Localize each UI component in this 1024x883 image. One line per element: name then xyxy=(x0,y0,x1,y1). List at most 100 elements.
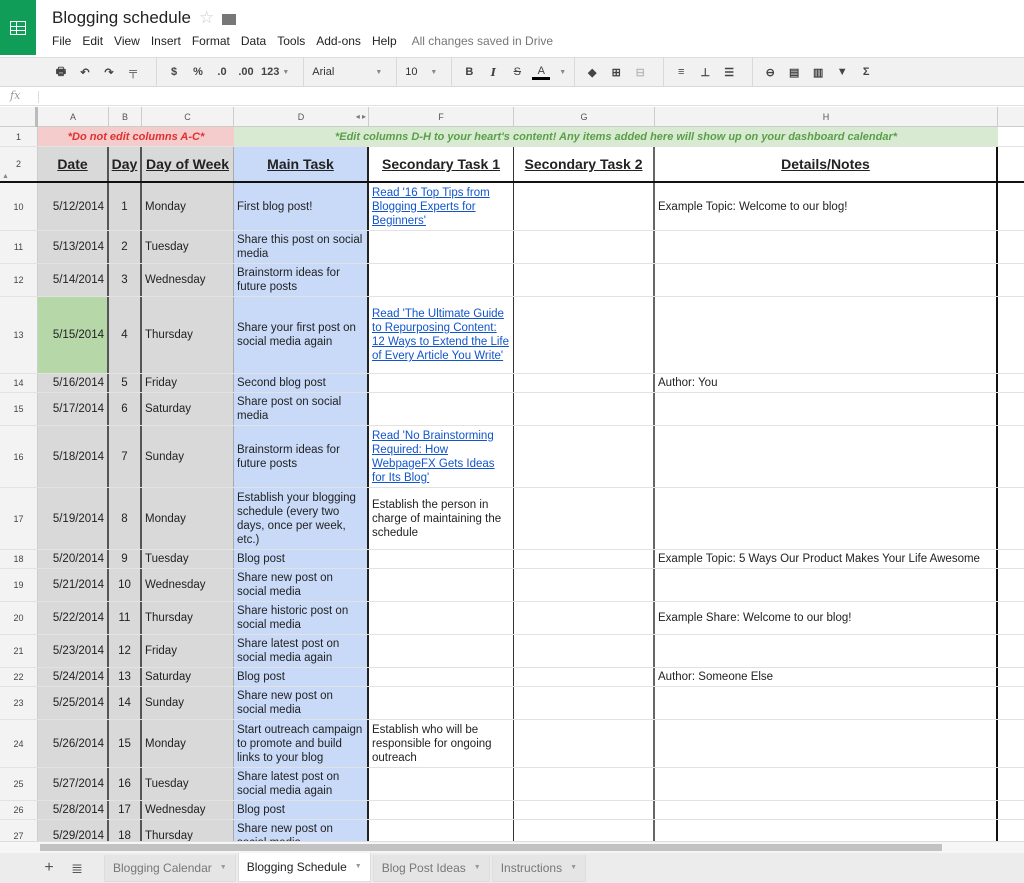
secondary-task-2-cell[interactable] xyxy=(514,569,655,601)
column-header-f[interactable]: F xyxy=(369,107,514,127)
insert-chart-icon[interactable]: ▥ xyxy=(809,61,827,83)
secondary-task-2-cell[interactable] xyxy=(514,602,655,634)
row-number[interactable]: 10 xyxy=(0,183,38,230)
empty-cell[interactable] xyxy=(998,297,1024,373)
increase-decimal-button[interactable]: .00 xyxy=(237,61,255,83)
vertical-align-icon[interactable]: ⊥ xyxy=(696,61,714,83)
main-task-cell[interactable]: First blog post! xyxy=(234,183,369,230)
chevron-down-icon[interactable]: ▼ xyxy=(474,864,481,871)
secondary-task-2-cell[interactable] xyxy=(514,426,655,487)
empty-cell[interactable] xyxy=(998,801,1024,819)
secondary-task-1-cell[interactable] xyxy=(369,602,514,634)
day-cell[interactable]: 7 xyxy=(109,426,142,487)
column-header-d[interactable]: D ◂ ▸ xyxy=(234,107,369,127)
scrollbar-thumb[interactable] xyxy=(40,844,942,851)
empty-cell[interactable] xyxy=(998,488,1024,549)
main-task-cell[interactable]: Brainstorm ideas for future posts xyxy=(234,426,369,487)
horizontal-align-icon[interactable]: ≡ xyxy=(672,61,690,83)
day-of-week-cell[interactable]: Saturday xyxy=(142,668,234,686)
functions-button[interactable]: Σ xyxy=(857,61,875,83)
save-status[interactable]: All changes saved in Drive xyxy=(412,34,553,48)
editable-columns-note[interactable]: *Edit columns D-H to your heart's conten… xyxy=(234,127,998,146)
main-task-cell[interactable]: Share latest post on social media again xyxy=(234,768,369,800)
day-cell[interactable]: 17 xyxy=(109,801,142,819)
row-number[interactable]: 27 xyxy=(0,820,38,841)
empty-cell[interactable] xyxy=(998,569,1024,601)
chevron-down-icon[interactable]: ▼ xyxy=(355,863,362,870)
empty-cell[interactable] xyxy=(998,183,1024,230)
header-day[interactable]: Day xyxy=(109,147,142,181)
empty-cell[interactable] xyxy=(998,231,1024,263)
chevron-down-icon[interactable]: ▼ xyxy=(559,69,566,76)
column-header-h[interactable]: H xyxy=(655,107,998,127)
secondary-task-2-cell[interactable] xyxy=(514,668,655,686)
date-cell[interactable]: 5/23/2014 xyxy=(38,635,109,667)
date-cell[interactable]: 5/16/2014 xyxy=(38,374,109,392)
secondary-task-1-cell[interactable]: Read '16 Top Tips from Blogging Experts … xyxy=(369,183,514,230)
locked-columns-warning[interactable]: *Do not edit columns A-C* xyxy=(38,127,234,146)
main-task-cell[interactable]: Share latest post on social media again xyxy=(234,635,369,667)
empty-cell[interactable] xyxy=(998,768,1024,800)
secondary-task-1-cell[interactable] xyxy=(369,820,514,841)
empty-cell[interactable] xyxy=(998,635,1024,667)
day-of-week-cell[interactable]: Tuesday xyxy=(142,768,234,800)
details-notes-cell[interactable] xyxy=(655,297,998,373)
article-link[interactable]: Read 'No Brainstorming Required: How Web… xyxy=(372,429,510,485)
header-date[interactable]: Date xyxy=(38,147,109,181)
strikethrough-button[interactable]: S xyxy=(508,61,526,83)
row-number[interactable]: 11 xyxy=(0,231,38,263)
secondary-task-2-cell[interactable] xyxy=(514,687,655,719)
day-cell[interactable]: 6 xyxy=(109,393,142,425)
font-size-select[interactable]: 10 ▼ xyxy=(405,61,437,83)
day-cell[interactable]: 16 xyxy=(109,768,142,800)
secondary-task-1-cell[interactable] xyxy=(369,687,514,719)
details-notes-cell[interactable] xyxy=(655,426,998,487)
filter-icon[interactable]: ▼ xyxy=(833,61,851,83)
menu-tools[interactable]: Tools xyxy=(277,34,305,48)
menu-insert[interactable]: Insert xyxy=(151,34,181,48)
undo-icon[interactable]: ↶ xyxy=(76,61,94,83)
date-cell[interactable]: 5/24/2014 xyxy=(38,668,109,686)
date-cell[interactable]: 5/29/2014 xyxy=(38,820,109,841)
chevron-down-icon[interactable]: ▼ xyxy=(220,864,227,871)
main-task-cell[interactable]: Blog post xyxy=(234,801,369,819)
menu-edit[interactable]: Edit xyxy=(82,34,103,48)
details-notes-cell[interactable]: Example Topic: 5 Ways Our Product Makes … xyxy=(655,550,998,568)
main-task-cell[interactable]: Share new post on social media xyxy=(234,569,369,601)
details-notes-cell[interactable]: Example Topic: Welcome to our blog! xyxy=(655,183,998,230)
row-number[interactable]: 20 xyxy=(0,602,38,634)
day-of-week-cell[interactable]: Wednesday xyxy=(142,801,234,819)
day-of-week-cell[interactable]: Monday xyxy=(142,488,234,549)
day-of-week-cell[interactable]: Tuesday xyxy=(142,550,234,568)
header-secondary-task-1[interactable]: Secondary Task 1 xyxy=(369,147,514,181)
secondary-task-2-cell[interactable] xyxy=(514,297,655,373)
header-secondary-task-2[interactable]: Secondary Task 2 xyxy=(514,147,655,181)
day-cell[interactable]: 1 xyxy=(109,183,142,230)
secondary-task-1-cell[interactable]: Establish the person in charge of mainta… xyxy=(369,488,514,549)
secondary-task-1-cell[interactable] xyxy=(369,768,514,800)
currency-format-button[interactable]: $ xyxy=(165,61,183,83)
row-number[interactable]: 13 xyxy=(0,297,38,373)
main-task-cell[interactable]: Start outreach campaign to promote and b… xyxy=(234,720,369,767)
star-icon[interactable]: ☆ xyxy=(199,8,214,28)
details-notes-cell[interactable] xyxy=(655,635,998,667)
day-cell[interactable]: 5 xyxy=(109,374,142,392)
secondary-task-2-cell[interactable] xyxy=(514,768,655,800)
document-title[interactable]: Blogging schedule xyxy=(52,8,191,28)
percent-format-button[interactable]: % xyxy=(189,61,207,83)
details-notes-cell[interactable] xyxy=(655,488,998,549)
insert-link-icon[interactable]: ⊖ xyxy=(761,61,779,83)
day-cell[interactable]: 15 xyxy=(109,720,142,767)
secondary-task-1-cell[interactable] xyxy=(369,569,514,601)
row-number[interactable]: 17 xyxy=(0,488,38,549)
date-cell[interactable]: 5/13/2014 xyxy=(38,231,109,263)
day-cell[interactable]: 3 xyxy=(109,264,142,296)
secondary-task-1-cell[interactable] xyxy=(369,668,514,686)
day-cell[interactable]: 12 xyxy=(109,635,142,667)
details-notes-cell[interactable] xyxy=(655,768,998,800)
borders-icon[interactable]: ⊞ xyxy=(607,61,625,83)
header-details-notes[interactable]: Details/Notes xyxy=(655,147,998,181)
details-notes-cell[interactable]: Example Share: Welcome to our blog! xyxy=(655,602,998,634)
article-link[interactable]: Read 'The Ultimate Guide to Repurposing … xyxy=(372,307,510,363)
empty-cell[interactable] xyxy=(998,550,1024,568)
